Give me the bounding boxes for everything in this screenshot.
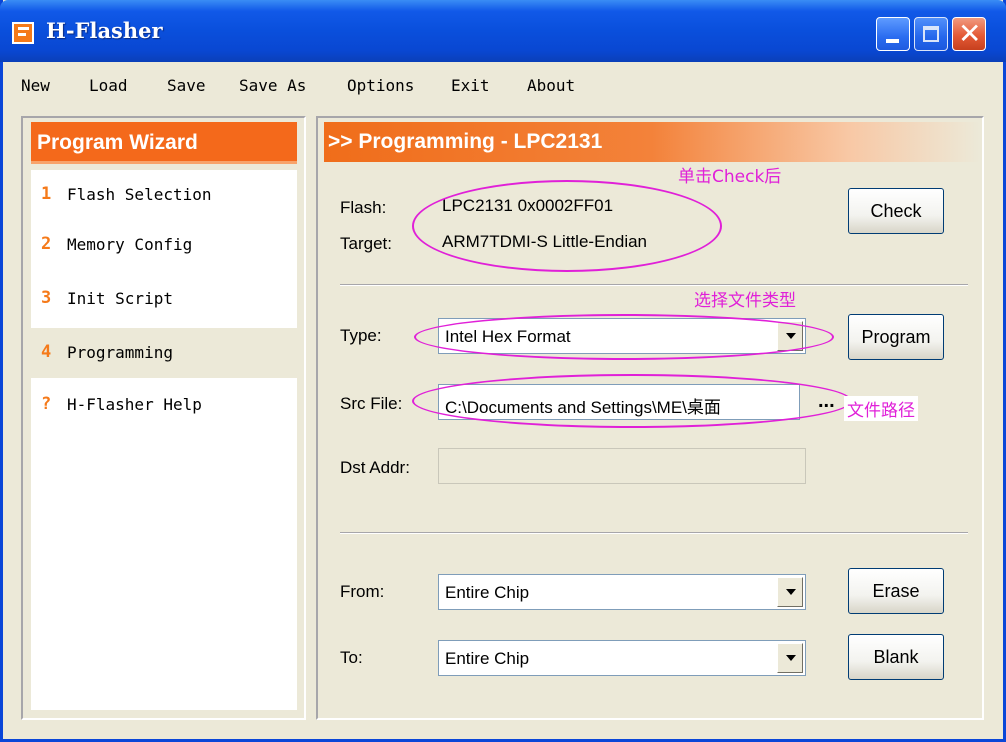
program-button[interactable]: Program <box>848 314 944 360</box>
menu-load[interactable]: Load <box>89 76 128 95</box>
step-number: 3 <box>41 288 52 308</box>
from-select[interactable]: Entire Chip <box>438 574 806 610</box>
annotation-ellipse-path <box>412 374 852 428</box>
wizard-item-label: Flash Selection <box>67 185 212 204</box>
to-label: To: <box>340 648 363 667</box>
menu-save-as[interactable]: Save As <box>239 76 306 95</box>
wizard-panel: Program Wizard 1 Flash Selection 2 Memor… <box>21 116 306 720</box>
help-icon: ? <box>41 394 52 414</box>
programming-panel: >> Programming - LPC2131 Flash: LPC2131 … <box>316 116 984 720</box>
target-label: Target: <box>340 234 392 253</box>
flash-label: Flash: <box>340 198 387 217</box>
maximize-icon <box>923 26 939 42</box>
from-label: From: <box>340 582 385 601</box>
erase-button[interactable]: Erase <box>848 568 944 614</box>
step-number: 2 <box>41 234 52 254</box>
maximize-button[interactable] <box>914 17 948 51</box>
dst-addr-field <box>438 448 806 484</box>
window-title: H-Flasher <box>46 18 163 43</box>
src-file-label: Src File: <box>340 394 403 413</box>
programming-header: >> Programming - LPC2131 <box>324 122 980 162</box>
annotation-ellipse-flash <box>412 180 722 272</box>
dst-addr-label: Dst Addr: <box>340 458 410 477</box>
minimize-button[interactable] <box>876 17 910 51</box>
close-icon: ✕ <box>958 17 982 50</box>
wizard-header: Program Wizard <box>31 122 297 164</box>
blank-button[interactable]: Blank <box>848 634 944 680</box>
wizard-item-programming[interactable]: 4 Programming <box>31 328 297 378</box>
app-icon <box>12 22 34 44</box>
annotation-path-note: 文件路径 <box>844 396 918 421</box>
separator <box>340 532 968 534</box>
wizard-item-help[interactable]: ? H-Flasher Help <box>31 380 297 430</box>
wizard-item-label: H-Flasher Help <box>67 395 202 414</box>
step-number: 4 <box>41 342 52 362</box>
type-label: Type: <box>340 326 382 345</box>
to-select[interactable]: Entire Chip <box>438 640 806 676</box>
menu-save[interactable]: Save <box>167 76 206 95</box>
title-bar[interactable]: H-Flasher ✕ <box>0 0 1006 62</box>
wizard-list: 1 Flash Selection 2 Memory Config 3 Init… <box>31 170 297 710</box>
annotation-check-note: 单击Check后 <box>678 167 782 187</box>
wizard-item-memory-config[interactable]: 2 Memory Config <box>31 220 297 270</box>
annotation-ellipse-type <box>414 314 834 360</box>
step-number: 1 <box>41 184 52 204</box>
wizard-item-label: Memory Config <box>67 235 193 254</box>
chevron-down-icon[interactable] <box>777 643 803 673</box>
menu-exit[interactable]: Exit <box>451 76 490 95</box>
annotation-type-note: 选择文件类型 <box>694 291 796 311</box>
wizard-item-label: Programming <box>67 343 173 362</box>
minimize-icon <box>886 39 899 43</box>
from-selected-value: Entire Chip <box>445 583 530 602</box>
menu-about[interactable]: About <box>527 76 575 95</box>
chevron-down-icon[interactable] <box>777 577 803 607</box>
menu-bar: New Load Save Save As Options Exit About <box>3 62 1003 106</box>
to-selected-value: Entire Chip <box>445 649 530 668</box>
separator <box>340 284 968 286</box>
menu-options[interactable]: Options <box>347 76 414 95</box>
wizard-item-label: Init Script <box>67 289 173 308</box>
menu-new[interactable]: New <box>21 76 50 95</box>
wizard-item-flash-selection[interactable]: 1 Flash Selection <box>31 170 297 220</box>
check-button[interactable]: Check <box>848 188 944 234</box>
wizard-item-init-script[interactable]: 3 Init Script <box>31 274 297 324</box>
close-button[interactable]: ✕ <box>952 17 986 51</box>
